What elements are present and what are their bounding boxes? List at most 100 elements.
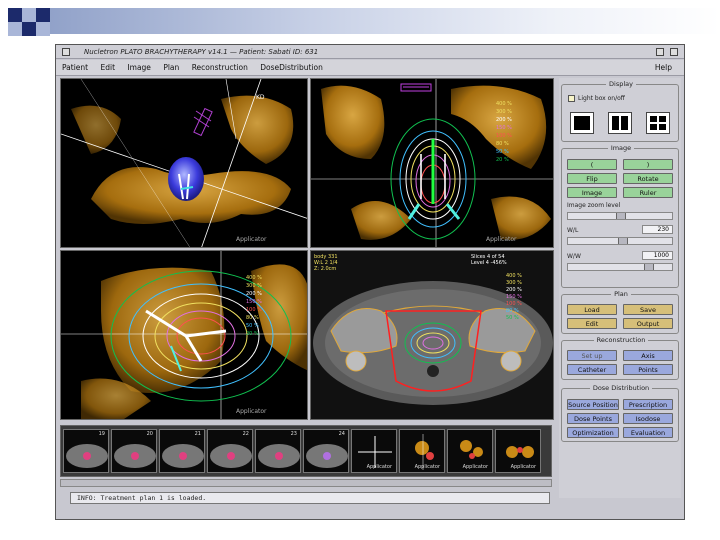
rotate-button[interactable]: Rotate xyxy=(623,173,673,184)
isodose-label: 150 % xyxy=(506,294,522,300)
menu-dose-distribution[interactable]: DoseDistribution xyxy=(260,63,323,72)
next-image-button[interactable]: ) xyxy=(623,159,673,170)
slice-thumbnail-strip: 19 20 21 22 23 24 Applicator Applicator … xyxy=(60,425,552,477)
isodose-label: 200 % xyxy=(496,117,512,123)
wl-value[interactable]: 230 xyxy=(642,225,673,234)
viewport-3d-oblique[interactable]: KD Applicator xyxy=(60,78,308,248)
catheter-button[interactable]: Catheter xyxy=(567,364,617,375)
control-panel: Display Light box on/off Image () Flip … xyxy=(559,78,681,498)
viewport-3d-dose-coronal[interactable]: 400 % 300 % 200 % 150 % 100 % 80 % 50 % … xyxy=(310,78,554,248)
load-plan-button[interactable]: Load xyxy=(567,304,617,315)
3d-render-oblique: KD Applicator xyxy=(61,79,307,247)
lightbox-checkbox[interactable] xyxy=(568,95,575,102)
isodose-label: 150 % xyxy=(246,299,262,305)
thumb-label: 20 xyxy=(146,431,153,437)
isodose-label: 300 % xyxy=(246,283,262,289)
flip-button[interactable]: Flip xyxy=(567,173,617,184)
viewport-ct-axial[interactable]: body 331 W:L 2 1/4 Z: 2.0cm Slices 4 of … xyxy=(310,250,554,420)
slice-thumbnail[interactable]: 20 xyxy=(111,429,157,473)
points-button[interactable]: Points xyxy=(623,364,673,375)
isodose-label: 400 % xyxy=(506,273,522,279)
view-label-applicator: Applicator xyxy=(236,408,267,415)
wl-slider[interactable] xyxy=(567,237,673,245)
evaluation-button[interactable]: Evaluation xyxy=(623,427,673,438)
ww-label: W/W xyxy=(567,253,581,260)
menu-help[interactable]: Help xyxy=(655,60,672,76)
thumb-label: 23 xyxy=(290,431,297,437)
deco-square-dark xyxy=(22,22,36,36)
slice-thumbnail[interactable]: 24 xyxy=(303,429,349,473)
deco-square-dark xyxy=(36,8,50,22)
ct-axial-slice: body 331 W:L 2 1/4 Z: 2.0cm Slices 4 of … xyxy=(311,251,553,419)
output-plan-button[interactable]: Output xyxy=(623,318,673,329)
layout-two-pane-icon[interactable] xyxy=(608,112,632,134)
isodose-label: 400 % xyxy=(496,101,512,107)
wl-label: W/L xyxy=(567,227,579,234)
image-button[interactable]: Image xyxy=(567,187,617,198)
isodose-label: 200 % xyxy=(246,291,262,297)
thumb-label: 22 xyxy=(242,431,249,437)
thumbnail-scrollbar[interactable] xyxy=(60,479,552,487)
applicator-thumbnail[interactable]: Applicator xyxy=(399,429,445,473)
thumb-label: Applicator xyxy=(462,464,488,470)
isodose-label: 150 % xyxy=(496,125,512,131)
isodose-label: 20 % xyxy=(246,331,259,337)
dose-points-button[interactable]: Dose Points xyxy=(567,413,619,424)
slice-thumbnail[interactable]: 23 xyxy=(255,429,301,473)
zoom-slider-thumb[interactable] xyxy=(616,213,626,219)
thumb-label: Applicator xyxy=(366,464,392,470)
edit-plan-button[interactable]: Edit xyxy=(567,318,617,329)
menu-plan[interactable]: Plan xyxy=(163,63,179,72)
reconstruction-group: Reconstruction Set up Axis Catheter Poin… xyxy=(561,336,679,380)
viewport-3d-dose-sagittal[interactable]: 400 % 300 % 200 % 150 % 100 % 80 % 50 % … xyxy=(60,250,308,420)
ww-slider-thumb[interactable] xyxy=(644,264,654,270)
thumb-label: 19 xyxy=(98,431,105,437)
save-plan-button[interactable]: Save xyxy=(623,304,673,315)
lightbox-label: Light box on/off xyxy=(578,95,625,102)
deco-square-light xyxy=(22,8,36,22)
isodose-label: 50 % xyxy=(246,323,259,329)
applicator-thumbnail[interactable]: Applicator xyxy=(447,429,493,473)
slice-thumbnail[interactable]: 21 xyxy=(159,429,205,473)
window-title: Nucletron PLATO BRACHYTHERAPY v14.1 — Pa… xyxy=(84,48,319,56)
thumb-label: 21 xyxy=(194,431,201,437)
minimize-icon[interactable] xyxy=(656,48,664,56)
menu-reconstruction[interactable]: Reconstruction xyxy=(192,63,248,72)
deco-square-light xyxy=(36,22,50,36)
image-group-title: Image xyxy=(607,144,635,152)
layout-single-icon[interactable] xyxy=(570,112,594,134)
applicator-thumbnail[interactable]: Applicator xyxy=(351,429,397,473)
isodose-label: 300 % xyxy=(496,109,512,115)
source-position-button[interactable]: Source Position xyxy=(567,399,619,410)
window-menu-icon[interactable] xyxy=(62,48,70,56)
menu-image[interactable]: Image xyxy=(127,63,151,72)
optimization-button[interactable]: Optimization xyxy=(567,427,619,438)
display-group-title: Display xyxy=(606,80,636,88)
maximize-icon[interactable] xyxy=(670,48,678,56)
header-gradient-band xyxy=(40,8,720,34)
reconstruction-group-title: Reconstruction xyxy=(593,336,649,344)
isodose-label: 80 % xyxy=(496,141,509,147)
slice-thumbnail[interactable]: 22 xyxy=(207,429,253,473)
layout-four-pane-icon[interactable] xyxy=(646,112,670,134)
application-window: Nucletron PLATO BRACHYTHERAPY v14.1 — Pa… xyxy=(55,44,685,520)
presentation-slide: Nucletron PLATO BRACHYTHERAPY v14.1 — Pa… xyxy=(0,0,720,540)
slice-thumbnail[interactable]: 19 xyxy=(63,429,109,473)
wl-slider-thumb[interactable] xyxy=(618,238,628,244)
isodose-label: 80 % xyxy=(506,308,519,314)
ww-slider[interactable] xyxy=(567,263,673,271)
isodose-label: 20 % xyxy=(496,157,509,163)
menu-patient[interactable]: Patient xyxy=(62,63,88,72)
zoom-slider[interactable] xyxy=(567,212,673,220)
setup-button[interactable]: Set up xyxy=(567,350,617,361)
prescription-button[interactable]: Prescription xyxy=(623,399,673,410)
isodose-button[interactable]: Isodose xyxy=(623,413,673,424)
ww-value[interactable]: 1000 xyxy=(642,251,673,260)
previous-image-button[interactable]: ( xyxy=(567,159,617,170)
deco-square-light xyxy=(8,22,22,36)
applicator-thumbnail[interactable]: Applicator xyxy=(495,429,541,473)
menu-edit[interactable]: Edit xyxy=(101,63,116,72)
ruler-button[interactable]: Ruler xyxy=(623,187,673,198)
axis-button[interactable]: Axis xyxy=(623,350,673,361)
dose-distribution-group-title: Dose Distribution xyxy=(589,384,653,392)
